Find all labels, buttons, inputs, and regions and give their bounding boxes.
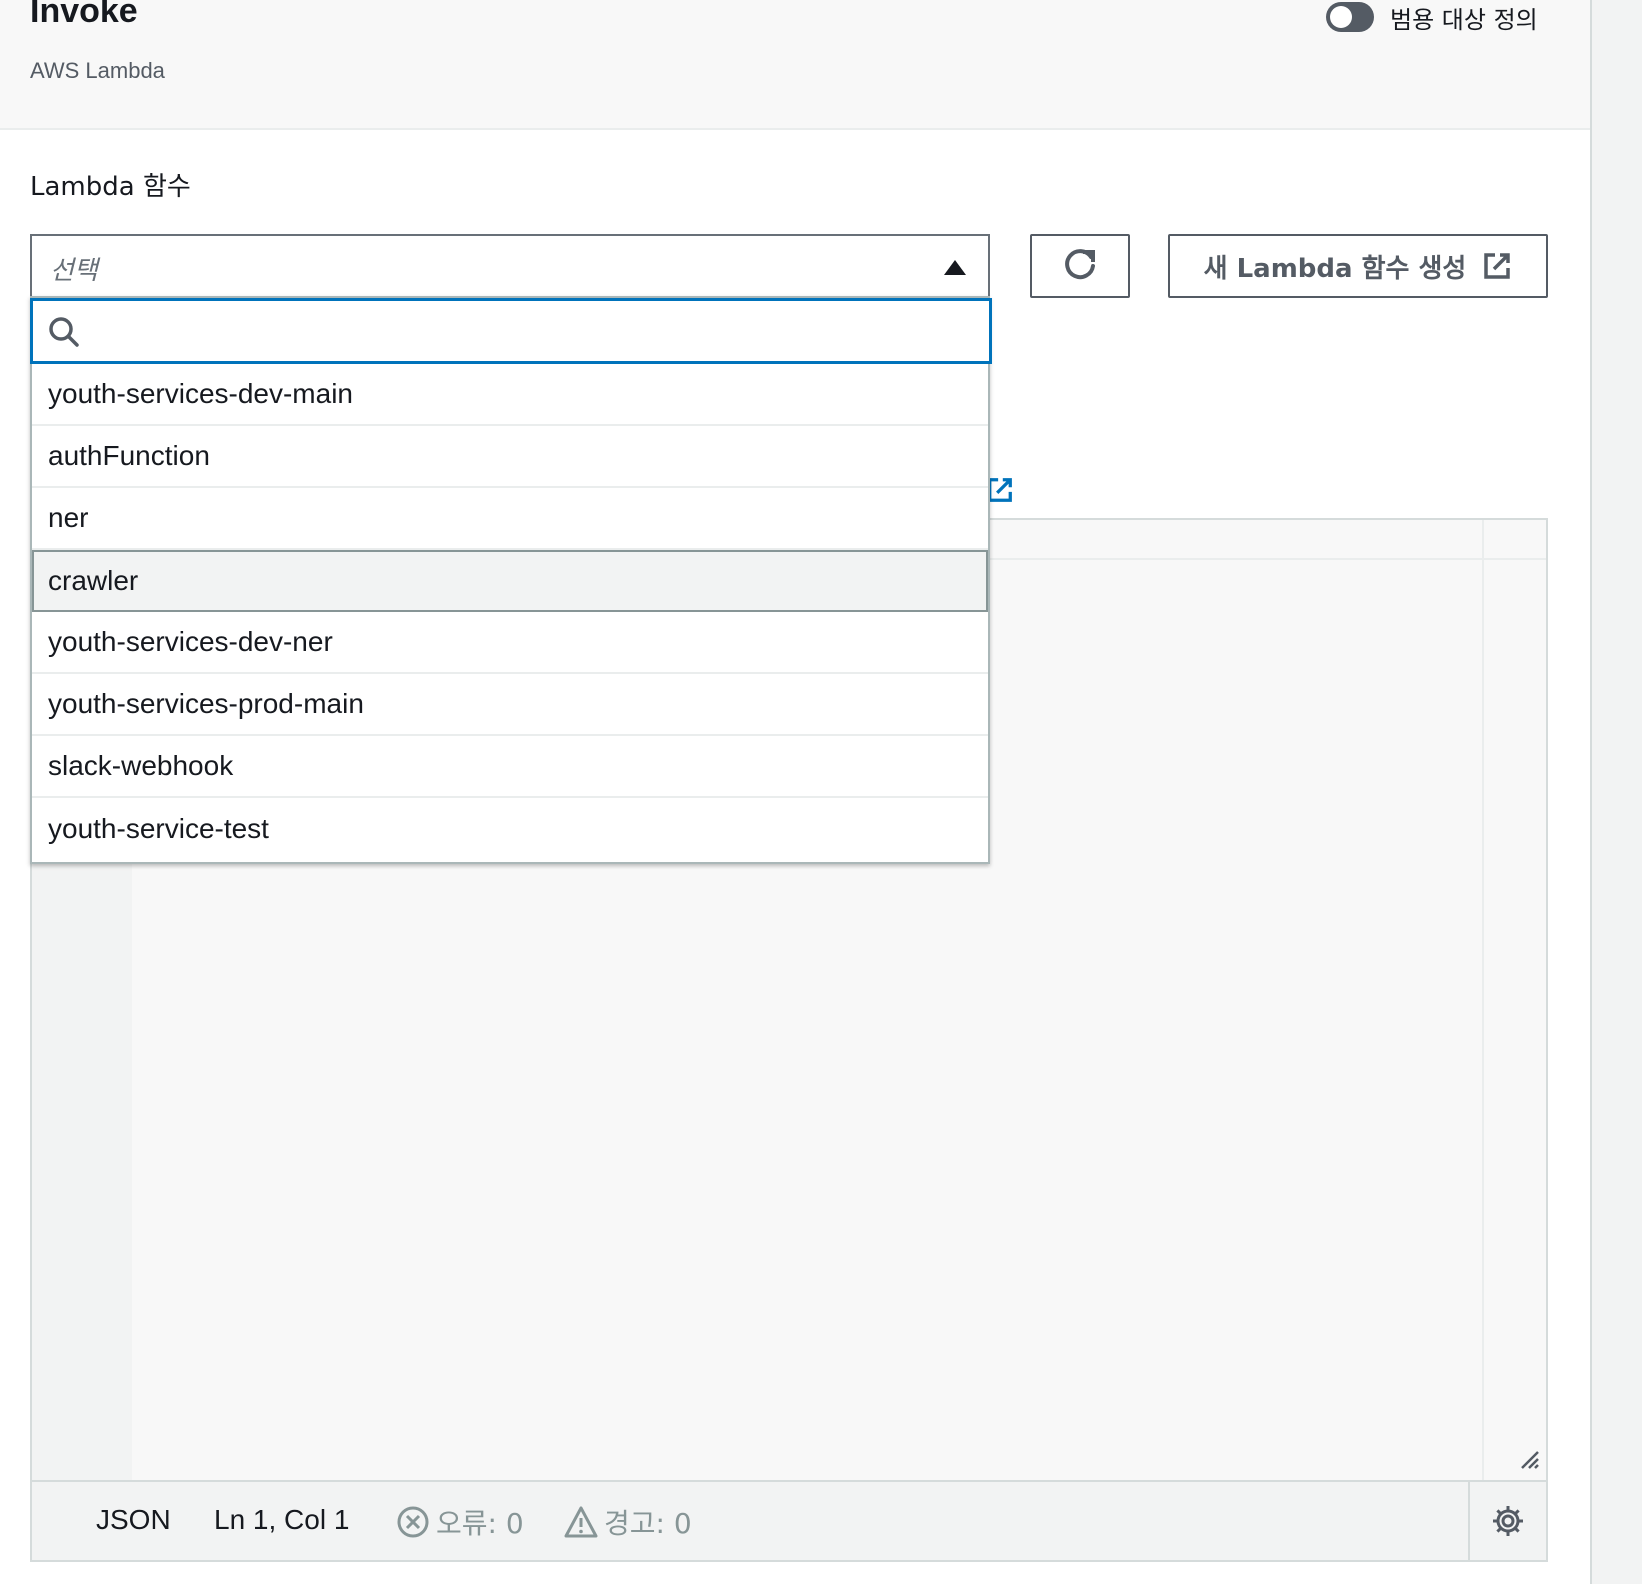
editor-settings-button[interactable] xyxy=(1468,1482,1546,1560)
caret-up-icon xyxy=(944,260,966,275)
dropdown-option[interactable]: youth-services-prod-main xyxy=(32,674,988,736)
create-lambda-function-button[interactable]: 새 Lambda 함수 생성 xyxy=(1168,234,1548,298)
page-subtitle: AWS Lambda xyxy=(30,58,165,83)
dropdown-option[interactable]: youth-services-dev-main xyxy=(32,364,988,426)
page-title: Invoke xyxy=(30,0,138,30)
errors-label: 오류: 0 xyxy=(436,1507,524,1540)
invoke-panel: Invoke AWS Lambda 범용 대상 정의 Lambda 함수 선택 … xyxy=(0,0,1590,1584)
refresh-icon xyxy=(1065,249,1095,280)
error-circle-icon xyxy=(397,1506,429,1538)
resize-handle-icon[interactable] xyxy=(1516,1446,1540,1474)
status-errors[interactable]: 오류: 0 xyxy=(396,1502,524,1542)
create-button-label: 새 Lambda 함수 생성 xyxy=(1203,253,1467,284)
toggle-label: 범용 대상 정의 xyxy=(1390,5,1538,34)
search-icon xyxy=(47,315,81,353)
lambda-function-label: Lambda 함수 xyxy=(30,172,191,202)
external-link-icon[interactable] xyxy=(986,476,1014,508)
external-link-icon xyxy=(1482,251,1512,281)
status-warnings[interactable]: 경고: 0 xyxy=(564,1502,692,1542)
status-cursor-position: Ln 1, Col 1 xyxy=(214,1504,350,1535)
warning-triangle-icon xyxy=(564,1506,598,1538)
refresh-button[interactable] xyxy=(1030,234,1130,298)
status-language: JSON xyxy=(96,1504,171,1535)
lambda-function-dropdown: youth-services-dev-main authFunction ner cr… xyxy=(30,296,992,864)
toggle-off-icon[interactable] xyxy=(1326,2,1374,32)
select-placeholder: 선택 xyxy=(50,256,98,286)
dropdown-option[interactable]: youth-service-test xyxy=(32,798,988,860)
generic-target-toggle-wrap[interactable]: 범용 대상 정의 xyxy=(1326,0,1538,34)
dropdown-option[interactable]: crawler xyxy=(32,550,988,612)
page: Invoke AWS Lambda 범용 대상 정의 Lambda 함수 선택 … xyxy=(0,0,1642,1584)
gear-icon xyxy=(1493,1506,1523,1536)
dropdown-search-input[interactable] xyxy=(95,309,975,353)
right-gutter xyxy=(1590,0,1642,1584)
dropdown-option[interactable]: authFunction xyxy=(32,426,988,488)
dropdown-option[interactable]: ner xyxy=(32,488,988,550)
warnings-label: 경고: 0 xyxy=(604,1507,692,1540)
editor-scrollbar[interactable] xyxy=(1482,520,1546,1482)
dropdown-option[interactable]: slack-webhook xyxy=(32,736,988,798)
toggle-knob xyxy=(1330,6,1352,28)
dropdown-option[interactable]: youth-services-dev-ner xyxy=(32,612,988,674)
dropdown-option-list: youth-services-dev-main authFunction ner cr… xyxy=(32,364,988,860)
panel-header: Invoke AWS Lambda 범용 대상 정의 xyxy=(0,0,1590,130)
editor-status-bar: JSON Ln 1, Col 1 오류: 0 경고: 0 xyxy=(32,1480,1546,1560)
lambda-function-select[interactable]: 선택 xyxy=(30,234,990,298)
dropdown-search[interactable] xyxy=(30,298,992,364)
